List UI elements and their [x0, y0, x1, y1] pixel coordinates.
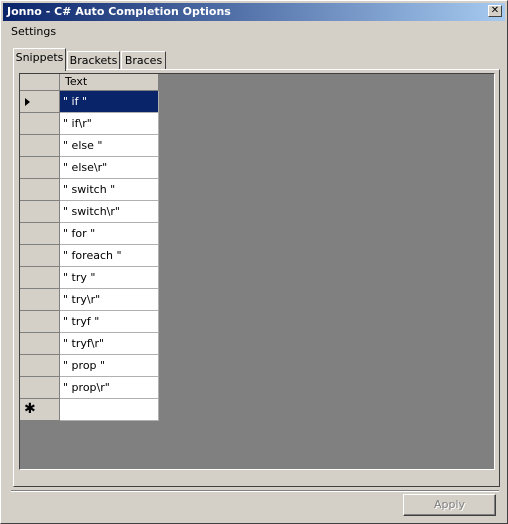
text-cell[interactable]: " tryf "	[60, 311, 159, 333]
text-cell[interactable]: " for "	[60, 223, 159, 245]
text-cell[interactable]: " else\r"	[60, 157, 159, 179]
table-row[interactable]: " else\r"	[20, 157, 159, 179]
table-row[interactable]: " else "	[20, 135, 159, 157]
row-header[interactable]	[20, 377, 60, 399]
close-icon: ✕	[490, 5, 500, 16]
row-header[interactable]: ✱	[20, 399, 60, 421]
table-row[interactable]: " switch\r"	[20, 201, 159, 223]
grid-corner-header[interactable]	[20, 74, 60, 91]
options-window: Jonno - C# Auto Completion Options ✕ Set…	[0, 0, 508, 524]
menu-settings[interactable]: Settings	[7, 25, 60, 38]
title-bar[interactable]: Jonno - C# Auto Completion Options ✕	[3, 3, 505, 21]
text-cell[interactable]: " foreach "	[60, 245, 159, 267]
column-header-text[interactable]: Text	[60, 74, 159, 91]
table-row[interactable]: " if\r"	[20, 113, 159, 135]
text-cell[interactable]: " switch\r"	[60, 201, 159, 223]
text-cell[interactable]: " if "	[60, 91, 159, 113]
tab-snippets[interactable]: Snippets	[13, 48, 66, 71]
text-cell[interactable]: " prop\r"	[60, 377, 159, 399]
text-cell[interactable]	[60, 399, 159, 421]
table-row[interactable]: " try "	[20, 267, 159, 289]
tab-brackets[interactable]: Brackets	[67, 51, 120, 69]
row-header[interactable]	[20, 135, 60, 157]
text-cell[interactable]: " switch "	[60, 179, 159, 201]
table-row[interactable]: " prop\r"	[20, 377, 159, 399]
tab-snippets-label: Snippets	[15, 51, 64, 64]
row-header[interactable]	[20, 179, 60, 201]
new-row[interactable]: ✱	[20, 399, 159, 421]
text-cell[interactable]: " tryf\r"	[60, 333, 159, 355]
tab-braces-label: Braces	[124, 54, 163, 67]
row-header[interactable]	[20, 113, 60, 135]
text-cell[interactable]: " prop "	[60, 355, 159, 377]
footer-separator	[11, 490, 499, 492]
text-cell[interactable]: " try\r"	[60, 289, 159, 311]
close-button[interactable]: ✕	[488, 5, 502, 17]
snippets-grid[interactable]: Text " if " " if\r" " else " " else\r" " swi…	[19, 73, 495, 470]
table-row[interactable]: " foreach "	[20, 245, 159, 267]
table-row[interactable]: " prop "	[20, 355, 159, 377]
row-header[interactable]	[20, 91, 60, 113]
text-cell[interactable]: " else "	[60, 135, 159, 157]
tab-brackets-label: Brackets	[69, 54, 118, 67]
menu-bar: Settings	[3, 23, 505, 41]
current-row-pointer-icon	[25, 98, 30, 106]
row-header[interactable]	[20, 201, 60, 223]
row-header[interactable]	[20, 333, 60, 355]
text-cell[interactable]: " if\r"	[60, 113, 159, 135]
row-header[interactable]	[20, 311, 60, 333]
table-row[interactable]: " tryf "	[20, 311, 159, 333]
row-header[interactable]	[20, 289, 60, 311]
table-row[interactable]: " tryf\r"	[20, 333, 159, 355]
window-title: Jonno - C# Auto Completion Options	[7, 5, 231, 18]
tab-braces[interactable]: Braces	[121, 51, 166, 69]
row-header[interactable]	[20, 267, 60, 289]
row-header[interactable]	[20, 355, 60, 377]
table-row[interactable]: " if "	[20, 91, 159, 113]
text-cell[interactable]: " try "	[60, 267, 159, 289]
row-header[interactable]	[20, 245, 60, 267]
table-row[interactable]: " try\r"	[20, 289, 159, 311]
row-header[interactable]	[20, 223, 60, 245]
snippets-tab-panel: Text " if " " if\r" " else " " else\r" " swi…	[13, 69, 500, 487]
new-row-asterisk-icon: ✱	[24, 401, 36, 417]
table-row[interactable]: " for "	[20, 223, 159, 245]
table-row[interactable]: " switch "	[20, 179, 159, 201]
row-header[interactable]	[20, 157, 60, 179]
apply-button[interactable]: Apply	[403, 494, 496, 516]
